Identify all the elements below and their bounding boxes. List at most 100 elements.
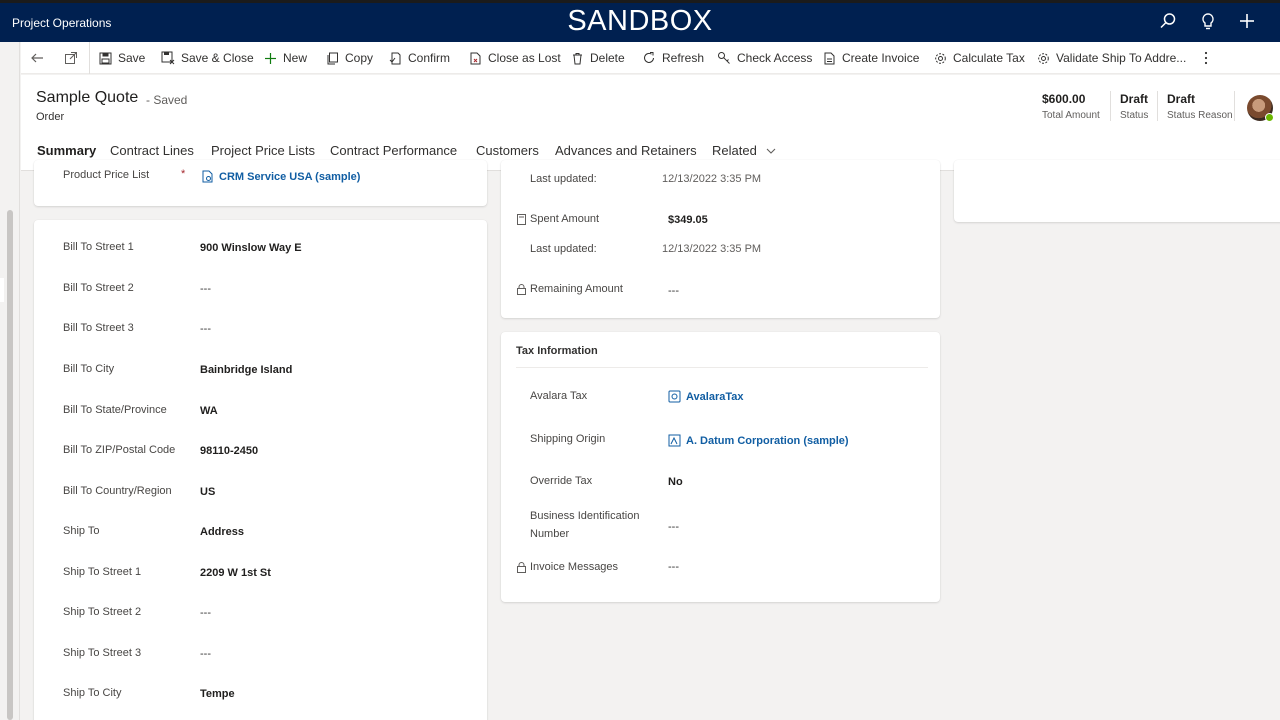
chevron-down-icon <box>767 148 776 154</box>
bill-to-street-1-field[interactable]: 900 Winslow Way E <box>200 242 302 254</box>
account-icon <box>668 434 681 447</box>
bill-to-country-label: Bill To Country/Region <box>63 485 172 497</box>
presence-indicator <box>1265 113 1274 122</box>
shipping-origin-link[interactable]: A. Datum Corporation (sample) <box>668 434 849 447</box>
ship-to-street-1-label: Ship To Street 1 <box>63 566 142 578</box>
plus-icon[interactable] <box>1237 11 1259 33</box>
bill-to-state-field[interactable]: WA <box>200 405 218 417</box>
back-arrow-icon <box>31 53 43 63</box>
ship-to-street-2-field[interactable]: --- <box>200 607 211 619</box>
required-marker: * <box>181 168 186 180</box>
calculator-icon <box>517 212 526 230</box>
rail-indicator <box>0 278 4 302</box>
open-in-new-window-button[interactable] <box>64 42 84 74</box>
trash-icon <box>573 52 582 64</box>
bill-to-zip-field[interactable]: 98110-2450 <box>200 445 258 457</box>
bill-to-city-field[interactable]: Bainbridge Island <box>200 364 292 376</box>
last-updated-value-2: 12/13/2022 3:35 PM <box>662 243 762 255</box>
remaining-amount-label: Remaining Amount <box>530 283 623 295</box>
back-button[interactable] <box>30 42 50 74</box>
spent-amount-label: Spent Amount <box>530 213 600 225</box>
bill-to-street-2-label: Bill To Street 2 <box>63 282 134 294</box>
save-button[interactable]: Save <box>99 42 145 74</box>
copy-button[interactable]: Copy <box>326 42 373 74</box>
bill-to-city-label: Bill To City <box>63 363 115 375</box>
address-section: Bill To Street 1 900 Winslow Way E Bill … <box>34 220 487 720</box>
avalara-tax-label: Avalara Tax <box>530 390 588 402</box>
override-tax-field[interactable]: No <box>668 476 683 488</box>
refresh-button[interactable]: Refresh <box>642 42 704 74</box>
right-column-section <box>954 160 1280 222</box>
ship-to-city-label: Ship To City <box>63 687 122 699</box>
ship-to-label: Ship To <box>63 525 100 537</box>
gear-icon <box>1038 52 1049 64</box>
save-icon <box>99 52 112 64</box>
plus-icon <box>265 52 276 64</box>
command-bar: Save Save & Close New Copy Confirm Close… <box>21 42 1280 74</box>
last-updated-value: 12/13/2022 3:35 PM <box>662 173 762 185</box>
business-identification-label-line2: Number <box>530 528 570 540</box>
search-icon[interactable] <box>1158 11 1180 33</box>
price-list-icon <box>202 170 213 183</box>
ship-to-city-field[interactable]: Tempe <box>200 688 235 700</box>
record-header: Sample Quote - Saved Order $600.00 Total… <box>21 75 1280 171</box>
key-icon <box>718 52 730 64</box>
ship-to-street-3-field[interactable]: --- <box>200 648 211 660</box>
product-price-list-label: Product Price List <box>63 169 150 181</box>
entity-type-selector[interactable]: Order <box>36 111 64 123</box>
ship-to-field[interactable]: Address <box>200 526 244 538</box>
validate-ship-to-address-button[interactable]: Validate Ship To Addre... <box>1037 42 1186 74</box>
close-as-lost-button[interactable]: Close as Lost <box>469 42 561 74</box>
left-rail <box>0 42 20 720</box>
tab-project-price-lists[interactable]: Project Price Lists <box>211 143 315 158</box>
tab-contract-lines[interactable]: Contract Lines <box>110 143 194 158</box>
bill-to-street-1-label: Bill To Street 1 <box>63 241 134 253</box>
tab-customers[interactable]: Customers <box>476 143 539 158</box>
bill-to-country-field[interactable]: US <box>200 486 215 498</box>
tax-information-section: Tax Information Avalara Tax AvalaraTax S… <box>501 332 940 602</box>
save-status: - Saved <box>146 93 188 107</box>
contract-amounts-section: Last updated: 12/13/2022 3:35 PM Spent A… <box>501 160 940 318</box>
bill-to-street-2-field[interactable]: --- <box>200 283 211 295</box>
lightbulb-icon[interactable] <box>1198 11 1220 33</box>
pricing-section: Product Price List * CRM Service USA (sa… <box>34 160 487 206</box>
confirm-button[interactable]: Confirm <box>389 42 450 74</box>
tab-contract-performance[interactable]: Contract Performance <box>330 143 457 158</box>
gear-icon <box>935 52 946 64</box>
product-price-list-link[interactable]: CRM Service USA (sample) <box>201 170 360 183</box>
new-button[interactable]: New <box>264 42 307 74</box>
ship-to-street-1-field[interactable]: 2209 W 1st St <box>200 567 271 579</box>
invoice-messages-field: --- <box>668 561 679 573</box>
shipping-origin-label: Shipping Origin <box>530 433 606 445</box>
page-scrollbar[interactable] <box>7 210 13 720</box>
popout-icon <box>65 52 77 64</box>
avalara-tax-link[interactable]: AvalaraTax <box>668 390 743 403</box>
check-access-button[interactable]: Check Access <box>717 42 812 74</box>
tab-advances-and-retainers[interactable]: Advances and Retainers <box>555 143 697 158</box>
invoice-messages-label: Invoice Messages <box>530 561 619 573</box>
tab-summary[interactable]: Summary <box>37 143 96 158</box>
avalara-icon <box>668 390 681 403</box>
business-identification-field[interactable]: --- <box>668 521 679 533</box>
refresh-icon <box>644 52 654 63</box>
document-icon <box>824 52 835 64</box>
header-field-status: Draft Status <box>1120 92 1149 121</box>
bill-to-state-label: Bill To State/Province <box>63 404 167 416</box>
bill-to-street-3-label: Bill To Street 3 <box>63 322 134 334</box>
tab-related[interactable]: Related <box>712 143 776 158</box>
save-close-button[interactable]: Save & Close <box>161 42 254 74</box>
delete-button[interactable]: Delete <box>571 42 625 74</box>
ship-to-street-3-label: Ship To Street 3 <box>63 647 142 659</box>
copy-icon <box>327 52 338 64</box>
business-identification-label-line1: Business Identification <box>530 510 640 522</box>
calculate-tax-button[interactable]: Calculate Tax <box>934 42 1025 74</box>
ship-to-street-2-label: Ship To Street 2 <box>63 606 142 618</box>
confirm-icon <box>389 52 401 64</box>
bill-to-street-3-field[interactable]: --- <box>200 323 211 335</box>
spent-amount-field: $349.05 <box>668 214 708 226</box>
create-invoice-button[interactable]: Create Invoice <box>823 42 919 74</box>
more-commands-button[interactable] <box>1201 42 1217 74</box>
environment-banner: SANDBOX <box>567 5 713 37</box>
lock-icon <box>517 560 526 578</box>
remaining-amount-field: --- <box>668 285 679 297</box>
